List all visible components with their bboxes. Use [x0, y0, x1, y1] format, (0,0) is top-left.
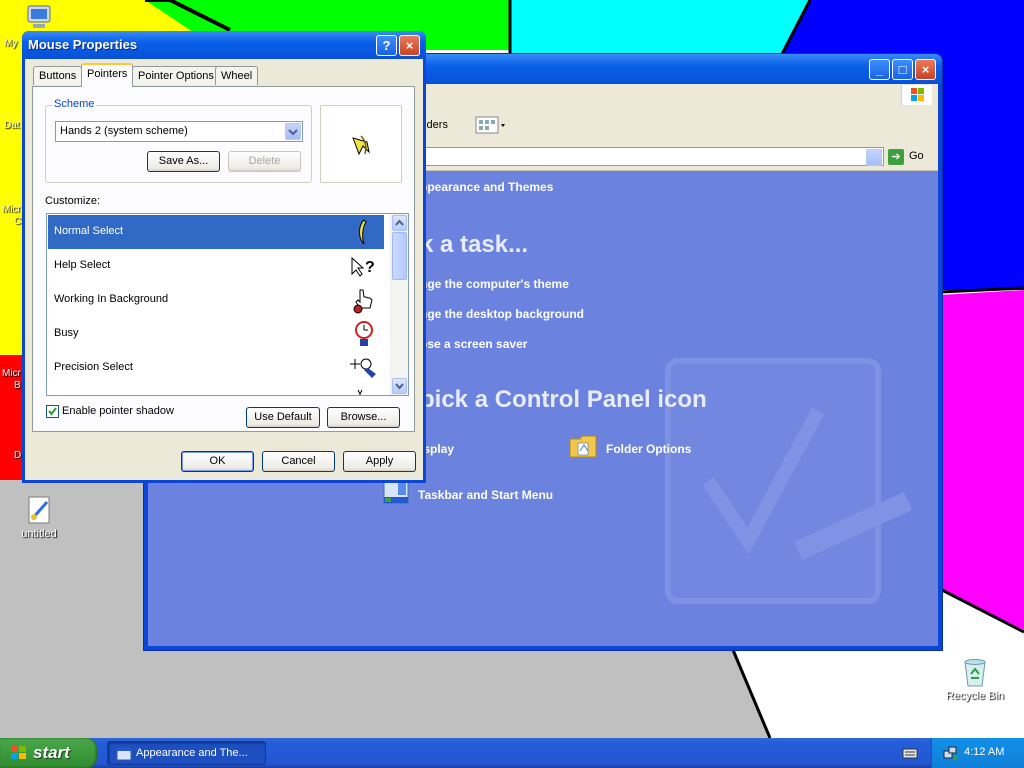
desktop-icon-label[interactable]: My [4, 38, 17, 49]
cp-icon-taskbar[interactable]: Taskbar and Start Menu [418, 488, 553, 502]
system-tray: 4:12 AM [931, 738, 1024, 768]
control-panel-icon [116, 747, 132, 761]
delete-button[interactable]: Delete [228, 151, 301, 172]
windows-flag-icon [11, 746, 26, 759]
pick-icon-heading: pick a Control Panel icon [420, 386, 707, 413]
banana-cursor-icon [359, 219, 367, 245]
folder-options-icon[interactable] [568, 431, 600, 461]
start-button[interactable]: start [0, 738, 97, 768]
task-link-screensaver[interactable]: ose a screen saver [420, 337, 527, 351]
mouse-properties-dialog: Mouse Properties ? × Buttons Pointers Po… [22, 31, 426, 483]
my-computer-icon[interactable] [24, 4, 54, 32]
cancel-button[interactable]: Cancel [262, 451, 335, 472]
banana-cursor-icon [352, 135, 370, 156]
list-item-label: Busy [54, 327, 79, 339]
list-item-label: Normal Select [54, 225, 124, 237]
list-item-label: Working In Background [54, 293, 169, 305]
scroll-up-button[interactable] [392, 215, 407, 231]
desktop-icon-label: Recycle Bin [945, 690, 1005, 702]
windows-logo-icon [901, 85, 932, 105]
tab-wheel[interactable]: Wheel [215, 66, 259, 85]
help-button[interactable]: ? [376, 35, 397, 56]
checkmark-icon [48, 407, 57, 416]
dialog-titlebar[interactable]: Mouse Properties ? × [22, 31, 426, 59]
views-button[interactable] [474, 115, 506, 135]
taskbar-item-appearance[interactable]: Appearance and The... [107, 741, 266, 765]
cp-icon-folder-options[interactable]: Folder Options [606, 442, 691, 456]
list-item-label: Help Select [54, 259, 111, 271]
scrollbar-thumb[interactable] [392, 232, 407, 280]
ok-button[interactable]: OK [181, 451, 254, 472]
keyboard-icon[interactable] [902, 746, 918, 760]
close-button[interactable]: × [915, 59, 936, 80]
cursor-list[interactable]: Normal Select Help Select ? Working In B… [46, 213, 409, 396]
scheme-label: Scheme [52, 98, 97, 110]
chevron-down-icon[interactable] [866, 149, 882, 166]
use-default-button[interactable]: Use Default [246, 407, 320, 428]
save-as-button[interactable]: Save As... [147, 151, 220, 172]
busy-clock-cursor-icon [355, 321, 373, 346]
customize-label: Customize: [45, 195, 101, 207]
desktop-icon-label[interactable]: D [14, 450, 21, 461]
tab-pointer-options[interactable]: Pointer Options [132, 66, 220, 85]
go-arrow-icon: ➔ [888, 149, 904, 165]
dialog-title: Mouse Properties [28, 37, 138, 52]
list-item[interactable]: Help Select ? [48, 249, 384, 283]
list-item [48, 385, 384, 395]
paint-file-icon [23, 494, 55, 526]
start-label: start [33, 743, 70, 762]
close-button[interactable]: × [399, 35, 420, 56]
svg-text:?: ? [365, 259, 375, 276]
enable-shadow-checkbox[interactable] [46, 405, 59, 418]
list-item[interactable]: Precision Select [48, 351, 384, 385]
taskbar: start Appearance and The... 4:12 AM [0, 738, 1024, 768]
scroll-down-button[interactable] [392, 378, 407, 394]
browse-button[interactable]: Browse... [327, 407, 400, 428]
list-item[interactable]: Busy [48, 317, 384, 351]
go-label: Go [909, 150, 924, 162]
apply-button[interactable]: Apply [343, 451, 416, 472]
chevron-down-icon[interactable] [285, 123, 301, 140]
enable-shadow-label[interactable]: Enable pointer shadow [62, 405, 174, 417]
list-item-label: Precision Select [54, 361, 133, 373]
list-item[interactable]: Working In Background [48, 283, 384, 317]
scheme-value: Hands 2 (system scheme) [60, 125, 188, 137]
list-item[interactable]: Normal Select [48, 215, 384, 249]
tab-buttons[interactable]: Buttons [33, 66, 83, 85]
scheme-select[interactable]: Hands 2 (system scheme) [55, 121, 303, 142]
dialog-body: Buttons Pointers Pointer Options Wheel S… [25, 59, 423, 480]
desktop-icon-label[interactable]: B [14, 380, 21, 391]
cursor-preview [320, 105, 402, 183]
maximize-button[interactable]: □ [892, 59, 913, 80]
recycle-bin-icon [959, 656, 991, 688]
text-select-cursor-icon [357, 389, 363, 395]
task-link-background[interactable]: nge the desktop background [420, 307, 584, 321]
tab-pointers[interactable]: Pointers [81, 63, 134, 87]
clock[interactable]: 4:12 AM [964, 746, 1004, 758]
help-cursor-icon: ? [351, 256, 375, 277]
address-input[interactable] [418, 147, 884, 166]
task-link-theme[interactable]: nge the computer's theme [420, 277, 569, 291]
watermark-checklist-icon [665, 358, 913, 604]
minimize-button[interactable]: _ [869, 59, 890, 80]
location-title: ppearance and Themes [420, 180, 554, 194]
desktop-icon-label[interactable]: Dat [4, 120, 20, 131]
pick-task-heading: k a task... [420, 231, 529, 258]
desktop-icon-label: untitled [21, 528, 57, 540]
precision-hand-cursor-icon [350, 358, 376, 378]
working-hand-cursor-icon [353, 289, 373, 314]
views-icon [475, 116, 505, 134]
network-icon[interactable] [942, 745, 958, 761]
desktop-icon-label[interactable]: C [14, 216, 21, 227]
scrollbar[interactable] [390, 214, 408, 395]
taskbar-item-label: Appearance and The... [136, 747, 248, 759]
desktop-icon-recycle-bin[interactable]: Recycle Bin [940, 656, 1010, 702]
desktop-icon-untitled[interactable]: untitled [4, 494, 74, 540]
desktop-icon-label[interactable]: Micr [2, 368, 21, 379]
go-button[interactable]: ➔ Go [888, 148, 928, 166]
